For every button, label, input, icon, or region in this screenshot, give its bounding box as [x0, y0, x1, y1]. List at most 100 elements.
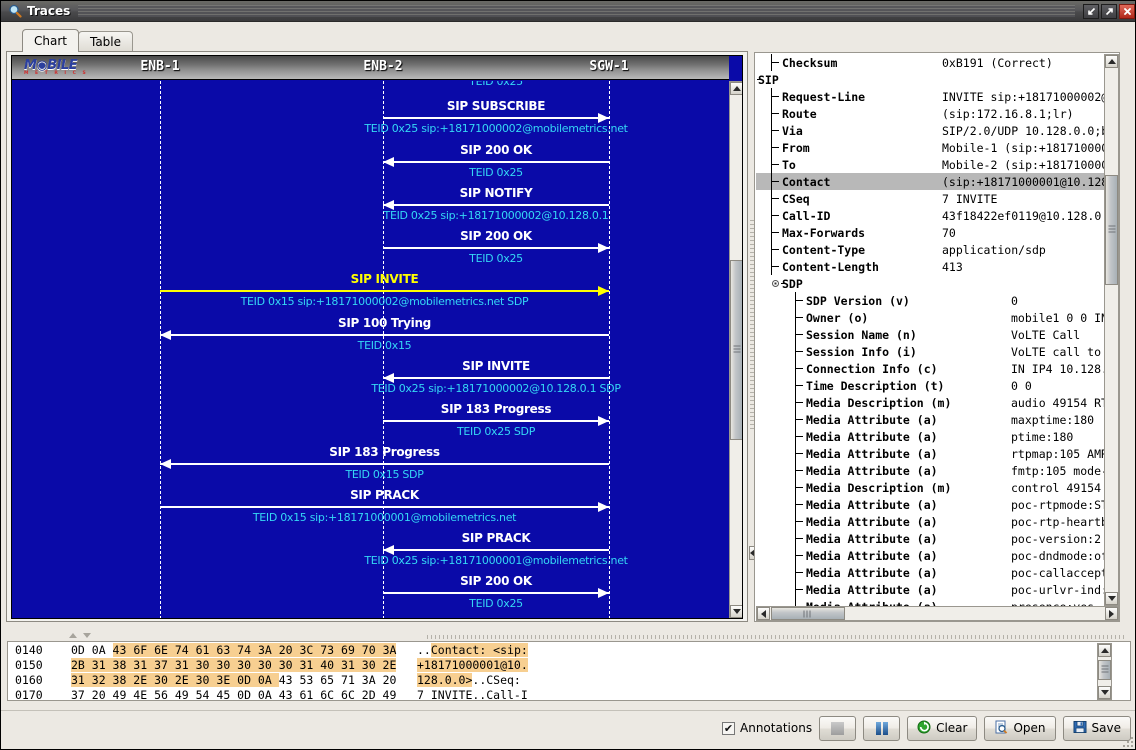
- message-label[interactable]: SIP PRACK: [350, 488, 419, 502]
- splitter-up-icon[interactable]: [69, 633, 77, 638]
- message-arrow-line[interactable]: [383, 247, 609, 249]
- hex-dump-row[interactable]: 01400D 0A 43 6F 6E 74 61 63 74 3A 20 3C …: [9, 643, 1097, 658]
- tree-horizontal-scrollbar[interactable]: [756, 606, 1119, 621]
- tree-row[interactable]: FromMobile-1 (sip:+1817100000: [756, 139, 1104, 156]
- hex-dump-viewport[interactable]: 01400D 0A 43 6F 6E 74 61 63 74 3A 20 3C …: [9, 643, 1097, 700]
- tree-row[interactable]: Route(sip:172.16.8.1;lr): [756, 105, 1104, 122]
- tree-row[interactable]: Call-ID43f18422ef0119@10.128.0.0: [756, 207, 1104, 224]
- tree-row[interactable]: SDP: [756, 275, 1104, 292]
- clear-button[interactable]: Clear: [907, 716, 977, 741]
- tree-row[interactable]: ViaSIP/2.0/UDP 10.128.0.0;br: [756, 122, 1104, 139]
- open-button[interactable]: Open: [984, 716, 1055, 741]
- splitter-down-icon[interactable]: [83, 633, 91, 638]
- tree-row[interactable]: Media Attribute (a)poc-dndmode:off: [756, 547, 1104, 564]
- tree-row[interactable]: Owner (o)mobile1 0 0 IN: [756, 309, 1104, 326]
- chart-vertical-scrollbar[interactable]: [729, 81, 743, 619]
- tree-row[interactable]: Session Info (i)VoLTE call to o: [756, 343, 1104, 360]
- tree-row[interactable]: Media Description (m)control 49154 R: [756, 479, 1104, 496]
- message-arrow-line[interactable]: [383, 377, 609, 379]
- tree-scroll-down-button[interactable]: [1105, 592, 1118, 605]
- tree-scroll-left-button[interactable]: [757, 607, 770, 620]
- message-arrow-line[interactable]: [383, 117, 609, 119]
- stop-button[interactable]: [819, 716, 856, 741]
- tree-row[interactable]: Contact(sip:+18171000001@10.128.: [756, 173, 1104, 190]
- chart-scroll-thumb[interactable]: [730, 260, 743, 440]
- message-label[interactable]: SIP 183 Progress: [329, 445, 439, 459]
- tree-row[interactable]: CSeq7 INVITE: [756, 190, 1104, 207]
- minimize-button[interactable]: [1083, 4, 1099, 19]
- tree-row[interactable]: Media Attribute (a)rtpmap:105 AMR/: [756, 445, 1104, 462]
- tab-table[interactable]: Table: [78, 31, 133, 52]
- message-arrow-line[interactable]: [383, 420, 609, 422]
- protocol-tree[interactable]: Checksum0xB191 (Correct)SIPRequest-LineI…: [754, 52, 1120, 622]
- tree-row[interactable]: Max-Forwards70: [756, 224, 1104, 241]
- tree-row[interactable]: Content-Length413: [756, 258, 1104, 275]
- tree-row[interactable]: Media Attribute (a)poc-urlvr-ind:1: [756, 581, 1104, 598]
- hex-vertical-scrollbar[interactable]: [1097, 643, 1112, 700]
- hex-scroll-down-button[interactable]: [1098, 686, 1111, 699]
- tab-chart[interactable]: Chart: [22, 29, 79, 52]
- message-arrow-line[interactable]: [160, 334, 609, 336]
- hex-scroll-thumb[interactable]: [1098, 660, 1111, 680]
- message-label[interactable]: SIP 200 OK: [460, 143, 532, 157]
- message-arrow-line[interactable]: [383, 592, 609, 594]
- hex-dump[interactable]: 01400D 0A 43 6F 6E 74 61 63 74 3A 20 3C …: [7, 641, 1131, 701]
- pause-button[interactable]: [863, 716, 900, 741]
- hex-dump-row[interactable]: 01502B 31 38 31 37 31 30 30 30 30 30 31 …: [9, 658, 1097, 673]
- column-header-enb-1[interactable]: ENB-1: [140, 59, 179, 74]
- protocol-tree-viewport[interactable]: Checksum0xB191 (Correct)SIPRequest-LineI…: [756, 54, 1104, 606]
- tree-scroll-thumb[interactable]: [1105, 175, 1118, 285]
- tree-row[interactable]: Media Attribute (a)poc-rtp-heartbe: [756, 513, 1104, 530]
- tree-scroll-right-button[interactable]: [1105, 607, 1118, 620]
- chart-canvas[interactable]: TEID 0x25SIP SUBSCRIBETEID 0x25 sip:+181…: [12, 81, 729, 619]
- horizontal-splitter[interactable]: [7, 632, 1131, 640]
- tree-row[interactable]: Media Description (m)audio 49154 RTP: [756, 394, 1104, 411]
- tree-row[interactable]: Media Attribute (a)poc-callaccepta: [756, 564, 1104, 581]
- column-header-enb-2[interactable]: ENB-2: [363, 59, 402, 74]
- tree-row[interactable]: Media Attribute (a)poc-version:2: [756, 530, 1104, 547]
- message-label[interactable]: SIP SUBSCRIBE: [447, 99, 545, 113]
- message-arrow-line[interactable]: [160, 506, 609, 508]
- message-arrow-line[interactable]: [383, 204, 609, 206]
- tree-row[interactable]: Time Description (t)0 0: [756, 377, 1104, 394]
- tree-row[interactable]: ToMobile-2 (sip:+1817100000: [756, 156, 1104, 173]
- tree-row[interactable]: Content-Typeapplication/sdp: [756, 241, 1104, 258]
- message-label[interactable]: SIP 100 Trying: [338, 316, 431, 330]
- tree-row[interactable]: Connection Info (c)IN IP4 10.128.0: [756, 360, 1104, 377]
- hex-scroll-up-button[interactable]: [1098, 644, 1111, 657]
- message-label[interactable]: SIP INVITE: [462, 359, 530, 373]
- tree-row[interactable]: Media Attribute (a)ptime:180: [756, 428, 1104, 445]
- tree-row[interactable]: Media Attribute (a)poc-rtpmode:STP: [756, 496, 1104, 513]
- message-label[interactable]: SIP 200 OK: [460, 574, 532, 588]
- hex-dump-row[interactable]: 017037 20 49 4E 56 49 54 45 0D 0A 43 61 …: [9, 688, 1097, 700]
- tree-row[interactable]: Media Attribute (a)presence:yes: [756, 598, 1104, 606]
- tree-row[interactable]: Session Name (n)VoLTE Call: [756, 326, 1104, 343]
- tree-expand-handle-icon[interactable]: [770, 278, 781, 289]
- message-label[interactable]: SIP INVITE: [351, 272, 419, 286]
- close-button[interactable]: [1119, 4, 1135, 19]
- maximize-button[interactable]: [1101, 4, 1117, 19]
- tree-row[interactable]: Checksum0xB191 (Correct): [756, 54, 1104, 71]
- message-arrow-line[interactable]: [160, 463, 609, 465]
- tree-row[interactable]: Media Attribute (a)fmtp:105 mode-s: [756, 462, 1104, 479]
- hex-dump-row[interactable]: 016031 32 38 2E 30 2E 30 3E 0D 0A 43 53 …: [9, 673, 1097, 688]
- message-label[interactable]: SIP 200 OK: [349, 617, 421, 619]
- column-header-sgw-1[interactable]: SGW-1: [589, 59, 628, 74]
- tree-scroll-up-button[interactable]: [1105, 55, 1118, 68]
- resize-grip[interactable]: [1121, 735, 1135, 749]
- tree-hscroll-thumb[interactable]: [771, 607, 845, 620]
- message-label[interactable]: SIP PRACK: [462, 531, 531, 545]
- annotations-checkbox-box[interactable]: ✔: [722, 722, 735, 735]
- tree-row[interactable]: Request-LineINVITE sip:+18171000002@m: [756, 88, 1104, 105]
- tree-row[interactable]: SIP: [756, 71, 1104, 88]
- tree-vertical-scrollbar[interactable]: [1104, 54, 1119, 606]
- message-label[interactable]: SIP 183 Progress: [441, 402, 551, 416]
- annotations-checkbox[interactable]: ✔ Annotations: [722, 721, 812, 735]
- message-arrow-line[interactable]: [383, 161, 609, 163]
- chart-scroll-up-button[interactable]: [730, 82, 743, 95]
- message-arrow-line[interactable]: [383, 549, 609, 551]
- tree-row[interactable]: SDP Version (v)0: [756, 292, 1104, 309]
- message-arrow-line[interactable]: [160, 290, 609, 292]
- chart-scroll-down-button[interactable]: [730, 605, 743, 618]
- tree-row[interactable]: Media Attribute (a)maxptime:180: [756, 411, 1104, 428]
